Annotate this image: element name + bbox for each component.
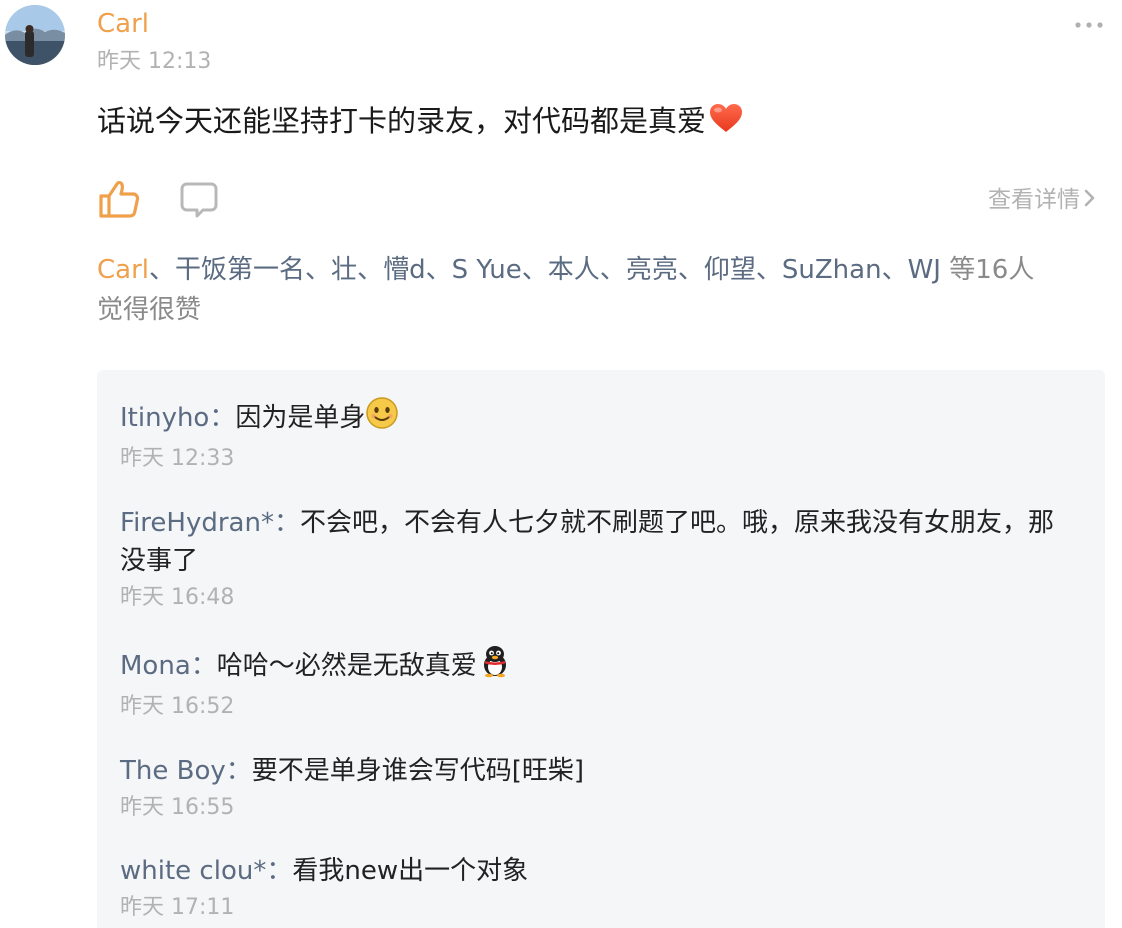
chevron-right-icon	[1084, 185, 1096, 217]
liker-name[interactable]: 干饭第一名	[175, 255, 305, 285]
avatar-photo	[5, 5, 65, 65]
more-dots-icon	[1075, 22, 1103, 28]
comment-time: 昨天 16:55	[120, 795, 235, 820]
smile-emoji	[365, 396, 399, 441]
comment-author[interactable]: white clou*	[120, 856, 266, 886]
post-author-name[interactable]: Carl	[97, 8, 149, 40]
post-timestamp: 昨天 12:13	[97, 49, 212, 74]
comment-author[interactable]: The Boy	[120, 756, 226, 786]
view-details-label: 查看详情	[988, 187, 1080, 213]
penguin-emoji	[477, 644, 513, 689]
liker-name[interactable]: 懵d	[383, 255, 426, 285]
post-text: 话说今天还能坚持打卡的录友，对代码都是真爱	[97, 104, 707, 138]
comment-item: FireHydran*：不会吧，不会有人七夕就不刷题了吧。哦，原来我没有女朋友，…	[120, 504, 1060, 612]
more-options-button[interactable]	[1072, 14, 1106, 36]
comment-time: 昨天 17:11	[120, 895, 235, 920]
comment-text: 哈哈～必然是无敌真爱	[216, 651, 477, 681]
liker-name[interactable]: SuZhan	[782, 255, 882, 285]
liker-name[interactable]: 本人	[548, 255, 600, 285]
liker-name[interactable]: 壮	[331, 255, 357, 285]
moment-post: Carl 昨天 12:13 话说今天还能坚持打卡的录友，对代码都是真爱 查看详情…	[0, 0, 1122, 928]
author-avatar[interactable]	[5, 5, 65, 65]
comment-item: white clou*：看我new出一个对象 昨天 17:11	[120, 852, 1060, 922]
comment-item: Itinyho：因为是单身 昨天 12:33	[120, 396, 1060, 473]
comment-author[interactable]: FireHydran*	[120, 508, 274, 538]
comments-section: Itinyho：因为是单身 昨天 12:33 FireHydran*：不会吧，不…	[97, 370, 1105, 928]
like-button[interactable]	[97, 178, 141, 220]
view-details-link[interactable]: 查看详情	[988, 184, 1096, 217]
comment-item: The Boy：要不是单身谁会写代码[旺柴] 昨天 16:55	[120, 752, 1060, 822]
comment-button[interactable]	[179, 180, 219, 220]
comment-bubble-icon	[180, 182, 218, 218]
likes-suffix: 觉得很赞	[97, 295, 202, 325]
thumbs-up-icon	[99, 180, 140, 218]
post-content: 话说今天还能坚持打卡的录友，对代码都是真爱	[97, 100, 744, 145]
comment-text: 看我new出一个对象	[292, 856, 529, 886]
liker-name[interactable]: WJ	[908, 255, 941, 285]
liker-name[interactable]: Carl	[97, 255, 149, 285]
comment-time: 昨天 16:48	[120, 585, 235, 610]
comment-time: 昨天 12:33	[120, 446, 235, 471]
comment-text: 要不是单身谁会写代码[旺柴]	[251, 756, 585, 786]
comment-author[interactable]: Itinyho	[120, 403, 209, 433]
liker-name[interactable]: S Yue	[452, 255, 522, 285]
comment-time: 昨天 16:52	[120, 694, 235, 719]
heart-emoji	[708, 102, 744, 145]
comment-author[interactable]: Mona	[120, 651, 191, 681]
comment-item: Mona：哈哈～必然是无敌真爱 昨天 16:52	[120, 644, 1060, 721]
likes-summary: Carl、干饭第一名、壮、懵d、S Yue、本人、亮亮、仰望、SuZhan、WJ…	[97, 255, 1035, 325]
likes-count: 等16人	[940, 255, 1035, 285]
liker-name[interactable]: 仰望	[704, 255, 756, 285]
liker-name[interactable]: 亮亮	[626, 255, 678, 285]
comment-text: 因为是单身	[235, 403, 366, 433]
